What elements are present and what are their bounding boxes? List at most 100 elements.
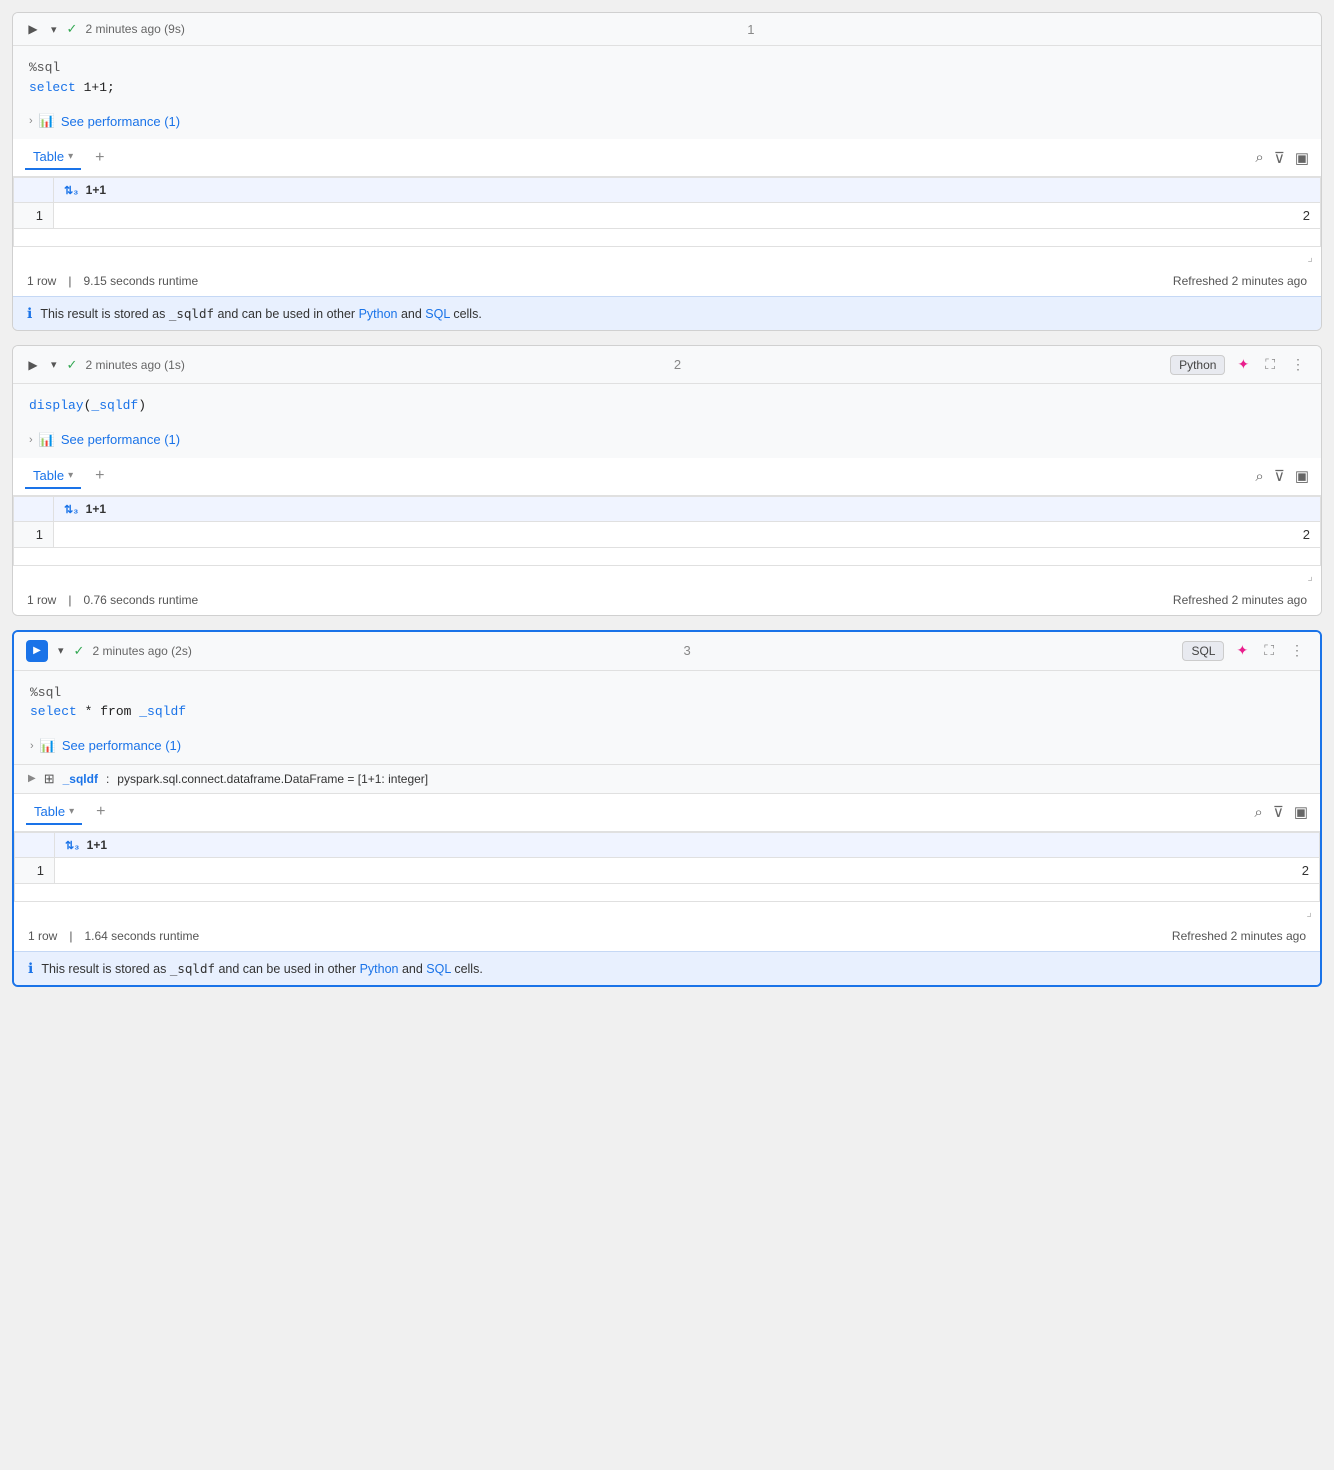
info-icon: ℹ (27, 305, 32, 322)
sqldf-chevron[interactable]: ▶ (28, 773, 36, 784)
more-button[interactable]: ⋮ (1287, 354, 1309, 375)
filter-icon-2[interactable]: ⊽ (1274, 467, 1285, 485)
search-icon-2[interactable]: ⌕ (1255, 468, 1263, 485)
col-header-3-1plus1: ⇅₃ 1+1 (55, 832, 1320, 857)
runtime: 9.15 seconds runtime (83, 274, 198, 288)
cell-3-status-icon: ✓ (74, 643, 85, 659)
cell-3-table-footer: 1 row | 1.64 seconds runtime Refreshed 2… (14, 921, 1320, 951)
filter-icon-3[interactable]: ⊽ (1273, 803, 1284, 821)
sparkle-button[interactable]: ✦ (1233, 354, 1253, 375)
cell-3-time: 2 minutes ago (2s) (92, 644, 191, 658)
table-tab-3[interactable]: Table ▾ (26, 800, 82, 825)
empty-row-2 (14, 547, 1321, 565)
table-toolbar-right: ⌕ ⊽ ▣ (1255, 149, 1309, 167)
layout-icon-3[interactable]: ▣ (1294, 803, 1308, 821)
table-toolbar-right-3: ⌕ ⊽ ▣ (1254, 803, 1308, 821)
cell-2-chevron[interactable]: ▾ (49, 358, 59, 371)
see-perf-chevron-3[interactable]: › (30, 740, 34, 752)
layout-icon[interactable]: ▣ (1295, 149, 1309, 167)
row-count: 1 row (27, 274, 56, 288)
search-icon[interactable]: ⌕ (1255, 149, 1263, 166)
footer-divider: | (68, 274, 71, 288)
bar-chart-icon-2: 📊 (39, 432, 55, 448)
row-number-2: 1 (14, 521, 54, 547)
cell-3-sqldf-bar: ▶ ⊞ _sqldf : pyspark.sql.connect.datafra… (14, 764, 1320, 794)
info-icon-3: ℹ (28, 960, 33, 977)
table-tab-2[interactable]: Table ▾ (25, 464, 81, 489)
add-tab-button-3[interactable]: + (90, 801, 111, 823)
sqldf-name: _sqldf (63, 772, 98, 786)
resize-icon-2: ⌟ (1307, 569, 1313, 583)
add-tab-button-2[interactable]: + (89, 465, 110, 487)
python-link-3[interactable]: Python (360, 962, 399, 976)
cell-2-status-icon: ✓ (67, 357, 78, 373)
cell-2-time: 2 minutes ago (1s) (85, 358, 184, 372)
python-link[interactable]: Python (359, 307, 398, 321)
sparkle-button-3[interactable]: ✦ (1232, 640, 1252, 661)
see-perf-chevron-2[interactable]: › (29, 434, 33, 446)
empty-row-3 (15, 883, 1320, 901)
row-num-header-3 (15, 832, 55, 857)
row-num-header-2 (14, 496, 54, 521)
see-performance-link[interactable]: See performance (1) (61, 114, 180, 129)
sql-link-3[interactable]: SQL (426, 962, 451, 976)
col-label: 1+1 (86, 183, 106, 197)
cell-1-status-icon: ✓ (67, 21, 78, 37)
cell-2-see-performance: › 📊 See performance (1) (13, 428, 1321, 458)
cell-2-table-footer: 1 row | 0.76 seconds runtime Refreshed 2… (13, 585, 1321, 615)
sql-link[interactable]: SQL (425, 307, 450, 321)
resize-handle-3[interactable]: ⌟ (14, 902, 1320, 921)
cell-2-run-button[interactable]: ▶ (25, 357, 41, 373)
cell-2-code: display(_sqldf) (13, 384, 1321, 428)
see-perf-chevron[interactable]: › (29, 115, 33, 127)
row-num-header (14, 178, 54, 203)
search-icon-3[interactable]: ⌕ (1254, 804, 1262, 821)
layout-icon-2[interactable]: ▣ (1295, 467, 1309, 485)
filter-icon[interactable]: ⊽ (1274, 149, 1285, 167)
sqldf-colon: : (106, 772, 109, 786)
cell-3-run-button[interactable]: ▶ (26, 640, 48, 662)
cell-2-lang: Python (1170, 355, 1225, 375)
table-tab-label-3: Table (34, 804, 65, 819)
cell-2: ▶ ▾ ✓ 2 minutes ago (1s) 2 Python ✦ ⛶ ⋮ … (12, 345, 1322, 616)
cell-3-chevron[interactable]: ▾ (56, 644, 66, 657)
expand-button-3[interactable]: ⛶ (1260, 640, 1278, 661)
cell-3-info-bar: ℹ This result is stored as _sqldf and ca… (14, 951, 1320, 985)
cell-1-table-toolbar: Table ▾ + ⌕ ⊽ ▣ (13, 139, 1321, 177)
col-label-3: 1+1 (87, 838, 107, 852)
table-toolbar-right-2: ⌕ ⊽ ▣ (1255, 467, 1309, 485)
cell-3-data-table: ⇅₃ 1+1 1 2 (14, 832, 1320, 902)
resize-handle[interactable]: ⌟ (13, 247, 1321, 266)
more-button-3[interactable]: ⋮ (1286, 640, 1308, 661)
sqldf-code: _sqldf (169, 306, 214, 321)
footer-divider-3: | (69, 929, 72, 943)
cell-value: 2 (54, 203, 1321, 229)
code-magic-line: %sql (29, 58, 1305, 78)
table-row-2: 1 2 (14, 521, 1321, 547)
table-row: 1 2 (14, 203, 1321, 229)
add-tab-button[interactable]: + (89, 147, 110, 169)
cell-1-run-button[interactable]: ▶ (25, 21, 41, 37)
cell-3: ▶ ▾ ✓ 2 minutes ago (2s) 3 SQL ✦ ⛶ ⋮ %sq… (12, 630, 1322, 987)
see-performance-link-2[interactable]: See performance (1) (61, 432, 180, 447)
table-row-3: 1 2 (15, 857, 1320, 883)
expand-button[interactable]: ⛶ (1261, 354, 1279, 375)
cell-value-3: 2 (55, 857, 1320, 883)
empty-row (14, 229, 1321, 247)
sqldf-type: pyspark.sql.connect.dataframe.DataFrame … (117, 772, 428, 786)
col-header-2-1plus1: ⇅₃ 1+1 (54, 496, 1321, 521)
refreshed-2: Refreshed 2 minutes ago (1173, 593, 1307, 607)
cell-1-see-performance: › 📊 See performance (1) (13, 109, 1321, 139)
cell-1-code: %sql select 1+1; (13, 46, 1321, 109)
footer-left-2: 1 row | 0.76 seconds runtime (27, 593, 198, 607)
resize-handle-2[interactable]: ⌟ (13, 566, 1321, 585)
info-text: This result is stored as _sqldf and can … (40, 306, 481, 321)
cell-3-code: %sql select * from _sqldf (14, 671, 1320, 734)
tab-chevron-icon-2: ▾ (68, 470, 73, 481)
cell-1-chevron[interactable]: ▾ (49, 23, 59, 36)
see-performance-link-3[interactable]: See performance (1) (62, 738, 181, 753)
table-tab[interactable]: Table ▾ (25, 145, 81, 170)
cell-2-number: 2 (193, 357, 1162, 372)
tab-chevron-icon-3: ▾ (69, 806, 74, 817)
cell-2-header: ▶ ▾ ✓ 2 minutes ago (1s) 2 Python ✦ ⛶ ⋮ (13, 346, 1321, 384)
